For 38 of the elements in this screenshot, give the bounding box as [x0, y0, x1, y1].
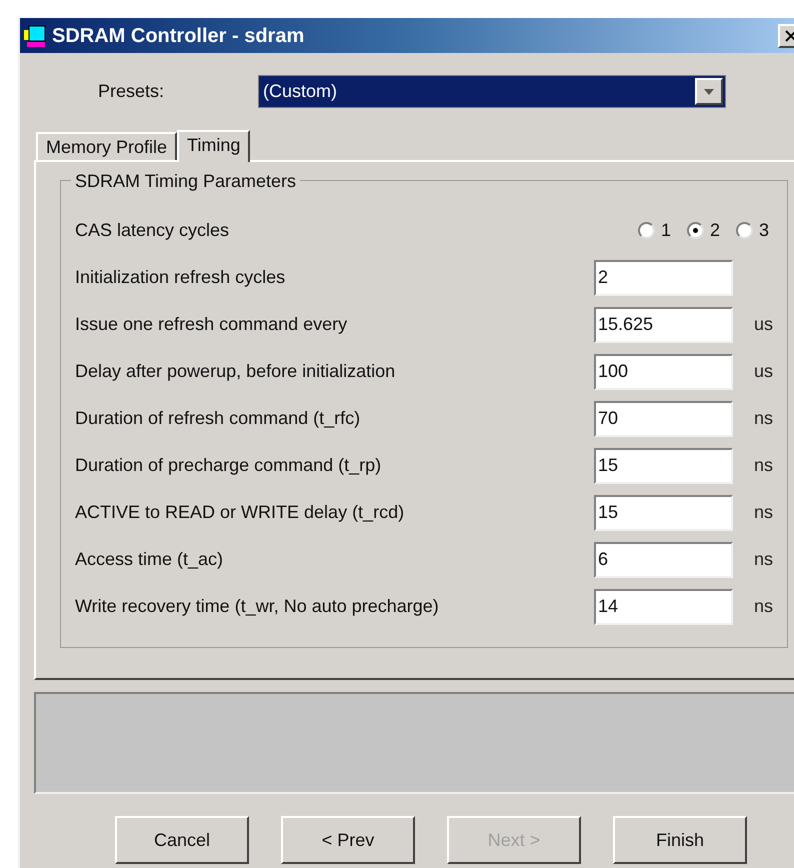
unit-label: ns [754, 454, 773, 477]
unit-label: ns [754, 548, 773, 571]
input-field[interactable]: 100 [594, 354, 733, 390]
field-label: Duration of precharge command (t_rp) [75, 454, 382, 477]
input-field[interactable]: 15.625 [594, 306, 733, 342]
radio-option[interactable]: 1 [638, 217, 671, 244]
presets-dropdown[interactable]: (Custom) [258, 75, 726, 108]
field-label: CAS latency cycles [75, 219, 230, 242]
caret-icon [704, 88, 714, 94]
input-field[interactable]: 14 [594, 588, 733, 624]
field-label: Write recovery time (t_wr, No auto precharge) [75, 595, 440, 618]
unit-label: ns [754, 595, 773, 618]
tab[interactable]: Memory Profile [36, 132, 178, 160]
field-label: Duration of refresh command (t_rfc) [75, 407, 362, 430]
field-label: Access time (t_ac) [75, 548, 224, 571]
dialog-button[interactable]: Cancel [115, 816, 249, 864]
field-label: Delay after powerup, before initialization [75, 360, 396, 383]
unit-label: us [754, 313, 773, 336]
unit-label: ns [754, 407, 773, 430]
input-field[interactable]: 70 [594, 400, 733, 436]
dialog-button[interactable]: < Prev [281, 816, 415, 864]
field-label: Initialization refresh cycles [75, 266, 286, 289]
tab[interactable]: Timing [177, 130, 250, 162]
field-label: ACTIVE to READ or WRITE delay (t_rcd) [75, 501, 406, 524]
input-field[interactable]: 15 [594, 494, 733, 530]
radio-option[interactable]: 2 [686, 217, 720, 244]
radio-option[interactable]: 3 [736, 217, 769, 244]
close-icon [785, 30, 794, 42]
presets-label: Presets: [98, 80, 166, 103]
input-field[interactable]: 15 [594, 448, 733, 484]
unit-label: ns [754, 501, 773, 524]
input-field[interactable]: 2 [594, 260, 733, 296]
field-label: Issue one refresh command every [75, 313, 348, 336]
app-icon [24, 24, 48, 48]
dialog-button[interactable]: Finish [613, 816, 747, 864]
input-field[interactable]: 6 [594, 542, 733, 578]
window-title: SDRAM Controller - sdram [52, 24, 306, 48]
unit-label: us [754, 360, 773, 383]
